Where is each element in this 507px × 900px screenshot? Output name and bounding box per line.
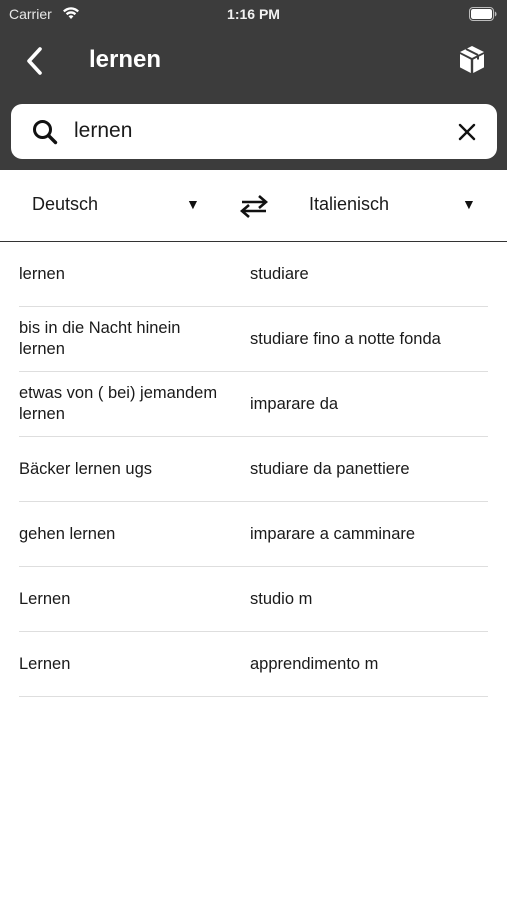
swap-arrows-icon	[240, 195, 268, 218]
language-selector-bar: Deutsch ▼ Italienisch ▼	[0, 170, 507, 242]
page-title: lernen	[89, 46, 162, 73]
search-icon	[31, 118, 59, 151]
source-language-select[interactable]: Deutsch	[32, 194, 98, 215]
list-item[interactable]: lernen studiare	[19, 242, 488, 307]
list-item[interactable]: gehen lernen imparare a camminare	[19, 502, 488, 567]
box-icon	[460, 46, 484, 73]
clear-search-button[interactable]	[455, 120, 479, 144]
italian-translation: apprendimento m	[250, 654, 379, 673]
italian-translation: studiare fino a notte fonda	[250, 329, 441, 348]
caret-down-icon[interactable]: ▼	[462, 196, 476, 212]
german-term: Lernen	[19, 654, 71, 673]
list-item[interactable]: Lernen apprendimento m	[19, 632, 488, 697]
list-item[interactable]: bis in die Nacht hinein lernen studiare …	[19, 307, 488, 372]
german-term: Lernen	[19, 589, 71, 608]
list-item[interactable]: etwas von ( bei) jemandem lernen imparar…	[19, 372, 488, 437]
italian-translation: studiare da panettiere	[250, 459, 410, 478]
box-button[interactable]	[457, 44, 487, 76]
header: Carrier 1:16 PM lernen lernen	[0, 0, 507, 170]
german-term: bis in die Nacht hinein lernen	[19, 319, 181, 358]
italian-translation: imparare a camminare	[250, 524, 416, 543]
italian-translation: imparare da	[250, 394, 339, 413]
close-icon	[458, 123, 476, 141]
german-term: gehen lernen	[19, 524, 116, 543]
results-list: lernen studiare bis in die Nacht hinein …	[0, 242, 507, 697]
status-time: 1:16 PM	[227, 6, 280, 22]
german-term: etwas von ( bei) jemandem lernen	[19, 384, 218, 423]
status-bar: Carrier 1:16 PM	[0, 0, 507, 28]
search-bar[interactable]: lernen	[11, 104, 497, 159]
italian-translation: studio m	[250, 589, 313, 608]
back-button[interactable]	[22, 44, 52, 78]
list-item[interactable]: Lernen studio m	[19, 567, 488, 632]
german-term: lernen	[19, 264, 65, 283]
list-item[interactable]: Bäcker lernen ugs studiare da panettiere	[19, 437, 488, 502]
italian-translation: studiare	[250, 264, 309, 283]
target-language-select[interactable]: Italienisch	[309, 194, 389, 215]
caret-down-icon[interactable]: ▼	[186, 196, 200, 212]
battery-icon	[469, 7, 497, 24]
chevron-left-icon	[27, 47, 42, 75]
german-term: Bäcker lernen ugs	[19, 459, 152, 478]
swap-languages-button[interactable]	[239, 192, 269, 220]
search-input[interactable]: lernen	[74, 119, 132, 143]
